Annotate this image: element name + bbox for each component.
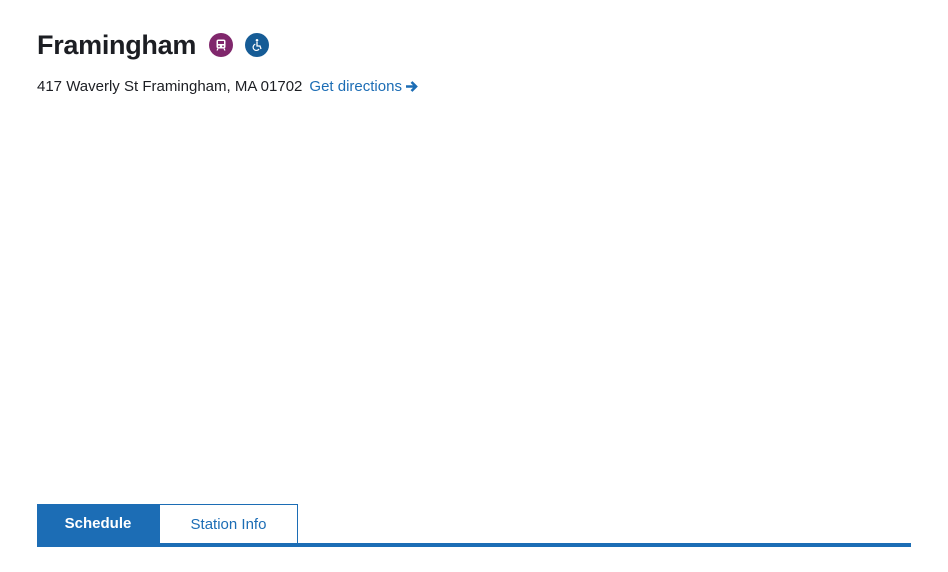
station-address: 417 Waverly St Framingham, MA 01702 <box>37 77 303 95</box>
tabs-underline <box>37 543 911 547</box>
get-directions-label: Get directions <box>309 77 402 95</box>
station-header: Framingham <box>37 28 270 62</box>
station-page: Framingham 417 Waverly St Framingham, MA… <box>0 0 948 572</box>
address-row: 417 Waverly St Framingham, MA 01702 Get … <box>37 75 419 97</box>
tab-schedule[interactable]: Schedule <box>37 504 159 543</box>
tab-station-info[interactable]: Station Info <box>159 504 298 543</box>
commuter-rail-icon <box>209 33 234 57</box>
page-title: Framingham <box>37 29 197 60</box>
station-tabs: Schedule Station Info <box>37 504 298 543</box>
wheelchair-accessible-icon <box>245 33 270 57</box>
get-directions-link[interactable]: Get directions <box>309 78 419 95</box>
arrow-right-icon <box>405 80 419 93</box>
